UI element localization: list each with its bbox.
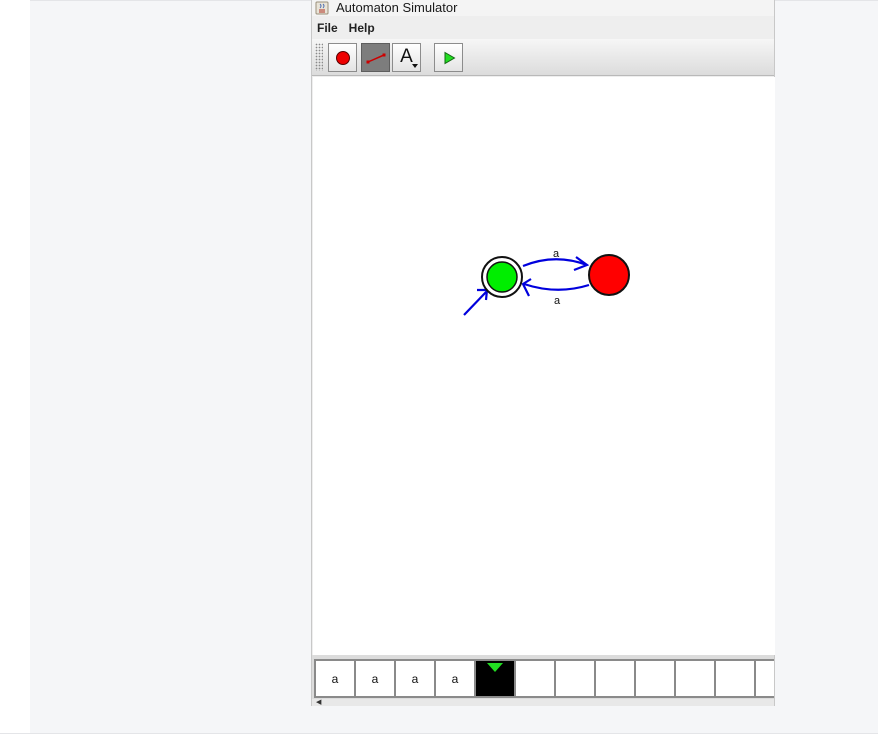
state-s0[interactable] <box>481 256 523 298</box>
tape-panel: a a a a ◀ <box>312 655 774 706</box>
tape-cell[interactable] <box>754 659 774 698</box>
scroll-left-arrow-icon[interactable]: ◀ <box>316 699 321 706</box>
tape-cell[interactable] <box>514 659 554 698</box>
menu-bar: File Help <box>312 17 774 39</box>
dropdown-arrow-icon <box>412 64 418 68</box>
red-circle-icon <box>335 50 350 65</box>
transition-s1-to-s0[interactable] <box>521 278 590 297</box>
tape-head-marker-icon <box>487 663 503 672</box>
automaton-canvas[interactable]: a a <box>313 77 775 655</box>
tape-cell[interactable]: a <box>354 659 394 698</box>
transition-label-s0-s1: a <box>553 248 560 260</box>
add-state-button[interactable] <box>328 43 357 72</box>
tape-cell-symbol: a <box>331 671 339 686</box>
tape-cell[interactable] <box>594 659 634 698</box>
tape-cell[interactable] <box>674 659 714 698</box>
tape-cell[interactable] <box>554 659 594 698</box>
tape-cell-symbol: a <box>451 671 459 686</box>
page-divider-bottom <box>0 733 878 734</box>
transition-label-s1-s0: a <box>554 295 561 307</box>
tape-cell[interactable]: a <box>314 659 354 698</box>
toolbar-grip-handle[interactable] <box>315 43 323 71</box>
play-icon <box>444 51 455 64</box>
input-tape: aaaa <box>314 659 774 698</box>
tape-cell[interactable] <box>474 659 514 698</box>
tape-cell[interactable] <box>634 659 674 698</box>
tape-cell-symbol: a <box>411 671 419 686</box>
add-transition-button[interactable] <box>361 43 390 72</box>
tape-cell-symbol: a <box>371 671 379 686</box>
window-title: Automaton Simulator <box>336 0 458 15</box>
tape-cell[interactable] <box>714 659 754 698</box>
tape-cell[interactable]: a <box>434 659 474 698</box>
text-tool-button[interactable]: A <box>392 43 421 72</box>
tape-cell[interactable]: a <box>394 659 434 698</box>
title-bar[interactable]: Automaton Simulator <box>312 0 774 16</box>
toolbar: A <box>312 39 774 76</box>
state-s1[interactable] <box>588 254 630 296</box>
letter-a-icon: A <box>400 46 413 67</box>
menu-help[interactable]: Help <box>344 21 381 35</box>
initial-state-arrow <box>463 288 489 316</box>
menu-file[interactable]: File <box>312 21 344 35</box>
edge-icon <box>366 53 385 63</box>
run-button[interactable] <box>434 43 463 72</box>
java-cup-icon <box>315 1 329 15</box>
automaton-graph: a a <box>463 248 630 316</box>
app-window: Automaton Simulator File Help A a a a a … <box>311 0 775 706</box>
tape-scrollbar[interactable]: ◀ <box>312 699 774 706</box>
